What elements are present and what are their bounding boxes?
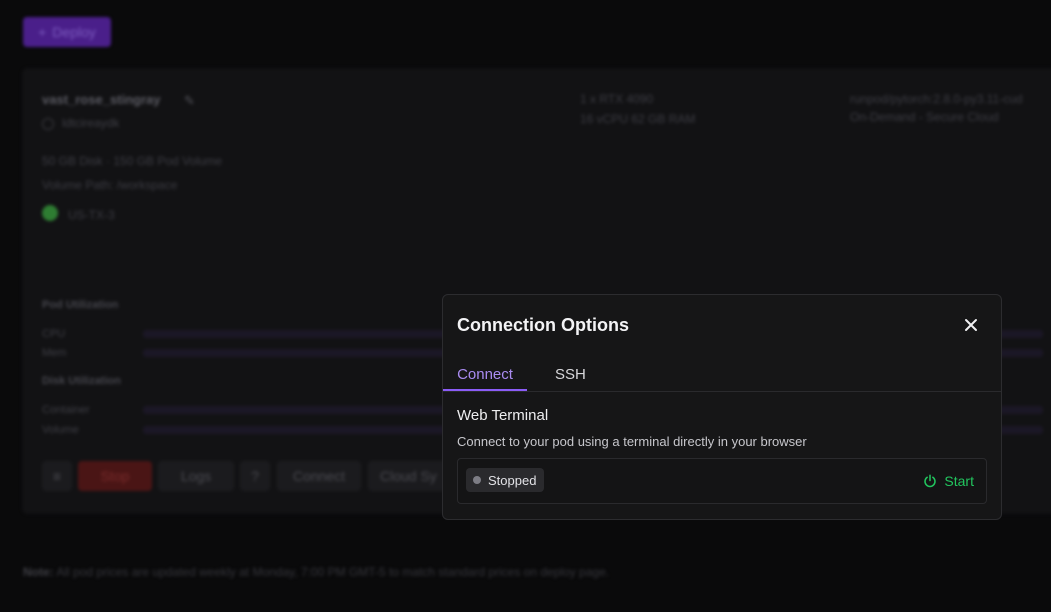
- tab-ssh[interactable]: SSH: [555, 359, 586, 389]
- disk-utilization-title: Disk Utilization: [42, 375, 121, 387]
- connect-button[interactable]: Connect: [277, 461, 361, 491]
- pod-name: vast_rose_stingray: [42, 92, 161, 107]
- pod-gpu: 1 x RTX 4090: [580, 92, 654, 106]
- mem-label: Mem: [42, 347, 67, 359]
- close-icon: [965, 319, 977, 331]
- tab-bar: Connect SSH: [443, 359, 1001, 392]
- logs-button[interactable]: Logs: [158, 461, 234, 491]
- pod-volume-path: Volume Path: /workspace: [42, 178, 178, 192]
- pod-image: runpod/pytorch:2.8.0-py3.11-cud: [850, 92, 1023, 106]
- pod-region: US-TX-3: [68, 208, 115, 222]
- deploy-button[interactable]: + Deploy: [23, 17, 111, 47]
- status-text: Stopped: [488, 472, 537, 488]
- cloud-sync-button[interactable]: Cloud Sy: [368, 461, 448, 491]
- pencil-icon[interactable]: ✎: [184, 93, 195, 109]
- plus-icon: +: [38, 24, 47, 40]
- menu-button[interactable]: ≡: [42, 461, 72, 491]
- pod-cloud: On-Demand - Secure Cloud: [850, 110, 999, 124]
- power-icon: [924, 474, 937, 488]
- start-label: Start: [944, 473, 974, 489]
- container-label: Container: [42, 404, 90, 416]
- web-terminal-heading: Web Terminal: [457, 407, 549, 424]
- connection-options-modal: Connection Options Connect SSH Web Termi…: [442, 294, 1002, 520]
- pod-id-icon: [42, 118, 54, 130]
- pod-storage: 50 GB Disk · 150 GB Pod Volume: [42, 154, 223, 168]
- status-dot: [473, 476, 481, 484]
- stop-button[interactable]: Stop: [78, 461, 152, 491]
- volume-label: Volume: [42, 424, 79, 436]
- pod-id: ldtcireaydk: [62, 116, 120, 130]
- modal-title: Connection Options: [457, 315, 629, 335]
- tab-connect[interactable]: Connect: [443, 359, 527, 391]
- globe-icon: [42, 205, 58, 221]
- pricing-note: Note: All pod prices are updated weekly …: [23, 565, 610, 579]
- pod-specs: 16 vCPU 62 GB RAM: [580, 112, 696, 126]
- web-terminal-description: Connect to your pod using a terminal dir…: [457, 434, 807, 449]
- cpu-label: CPU: [42, 328, 66, 340]
- close-button[interactable]: [959, 313, 983, 337]
- start-button[interactable]: Start: [923, 469, 974, 493]
- info-button[interactable]: ?: [240, 461, 270, 491]
- status-badge: Stopped: [466, 468, 545, 492]
- web-terminal-panel: Stopped Start: [457, 458, 987, 504]
- pod-utilization-title: Pod Utilization: [42, 299, 119, 311]
